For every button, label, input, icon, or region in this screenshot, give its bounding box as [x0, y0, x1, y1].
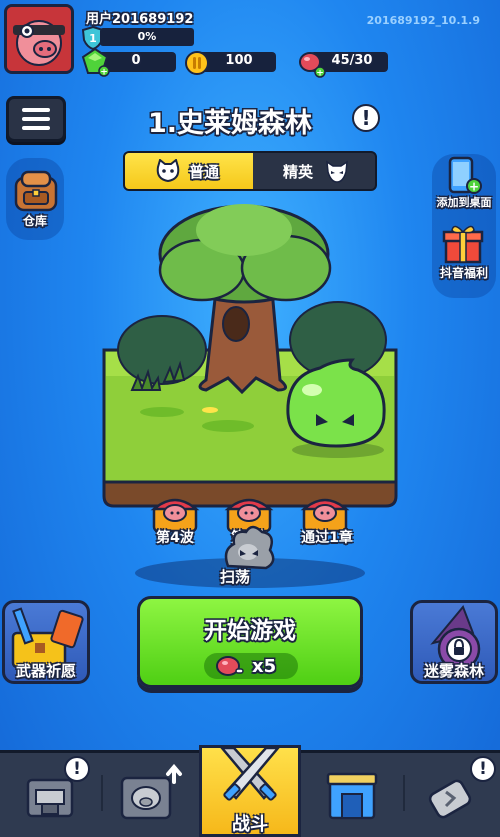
tab-normal[interactable]: 普通	[125, 153, 253, 189]
level-number: 1	[89, 32, 97, 45]
gem-count: 0	[131, 53, 141, 68]
pig-chest-upgrade-icon[interactable]	[116, 764, 184, 824]
start-game-button[interactable]: 开始游戏 x5	[137, 596, 363, 688]
svg-text:+: +	[316, 69, 324, 79]
reward-3-label: 通过1章	[301, 530, 353, 546]
mist-forest-label[interactable]: 迷雾森林	[408, 660, 500, 681]
shop-alert-badge: !	[64, 756, 90, 782]
nav-divider	[101, 775, 103, 811]
slime-forest-stage-art[interactable]	[102, 200, 398, 510]
coin-icon	[185, 51, 209, 75]
stage-title: 1.史莱姆森林	[148, 108, 313, 139]
stamina-count: 45/30	[331, 53, 373, 68]
add-desktop-label[interactable]: 添加到桌面	[430, 194, 498, 210]
phone-add-icon[interactable]: +	[444, 156, 484, 196]
weapon-wish-label[interactable]: 武器祈愿	[0, 660, 92, 681]
coin-count: 100	[225, 53, 253, 68]
meat-cost-icon	[216, 656, 244, 676]
scroll-talent-icon[interactable]	[424, 776, 476, 824]
start-cost: x5	[252, 656, 277, 677]
svg-text:+: +	[469, 180, 479, 194]
player-avatar[interactable]	[4, 4, 74, 74]
douyin-benefit-label[interactable]: 抖音福利	[430, 264, 498, 281]
gift-box-icon[interactable]	[440, 222, 486, 264]
castle-building-icon[interactable]	[326, 770, 378, 822]
meat-stamina-icon[interactable]: +	[296, 48, 326, 78]
mode-tabs: 普通 精英	[123, 151, 377, 191]
talent-alert-badge: !	[470, 756, 496, 782]
menu-button[interactable]	[6, 96, 66, 142]
tab-elite-label: 精英	[283, 163, 314, 181]
gem-icon[interactable]: +	[80, 47, 110, 77]
info-icon[interactable]: !	[352, 104, 380, 132]
username: 用户201689192	[86, 12, 194, 27]
tab-normal-label: 普通	[189, 163, 220, 181]
reward-1-label: 第4波	[156, 530, 194, 546]
xp-text: 0%	[137, 30, 157, 43]
start-game-label: 开始游戏	[204, 618, 296, 644]
crossed-swords-icon	[219, 746, 281, 801]
nav-battle-label[interactable]: 战斗	[199, 810, 301, 836]
cat-face-icon	[156, 159, 180, 183]
tab-elite[interactable]: 精英	[253, 153, 375, 189]
build-id: 201689192_10.1.9	[366, 14, 480, 27]
warehouse-label[interactable]: 仓库	[6, 212, 64, 229]
svg-text:+: +	[100, 68, 108, 78]
backpack-icon[interactable]	[10, 168, 62, 214]
devil-face-icon	[326, 160, 348, 183]
pig-avatar-icon	[7, 7, 71, 71]
sweep-label[interactable]: 扫荡	[220, 566, 250, 587]
nav-divider	[403, 775, 405, 811]
menu-icon	[22, 108, 50, 112]
